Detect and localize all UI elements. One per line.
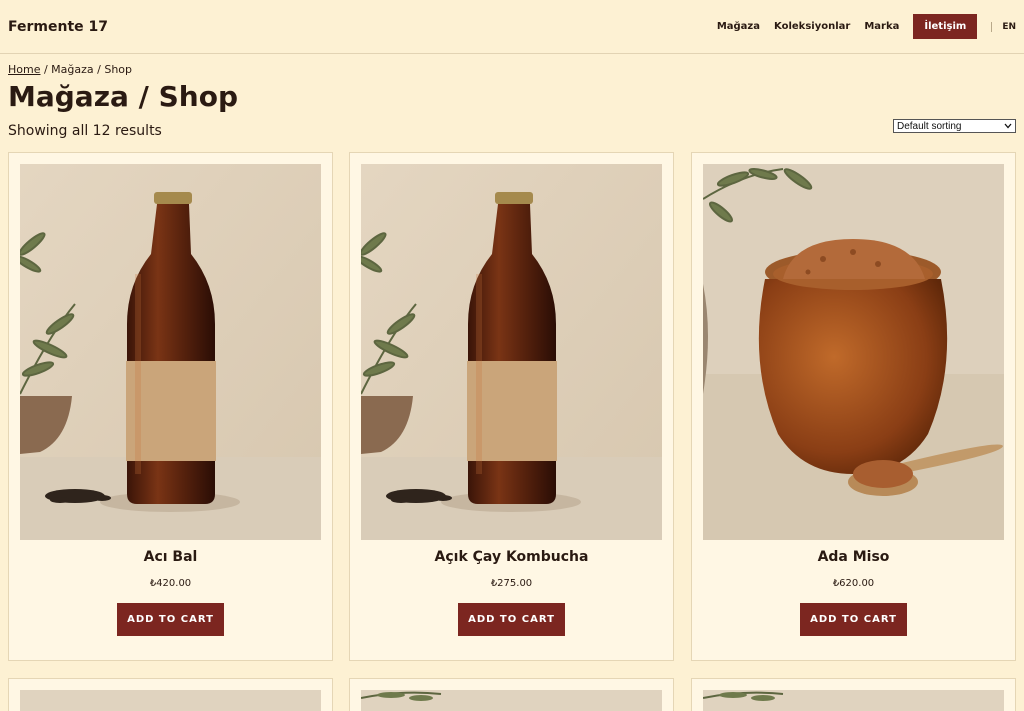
- sorting-select[interactable]: Default sorting: [893, 119, 1016, 133]
- product-price: ₺275.00: [490, 578, 533, 589]
- page-title: Mağaza / Shop: [8, 80, 238, 113]
- product-image[interactable]: [361, 690, 662, 711]
- product-image[interactable]: [361, 164, 662, 540]
- product-name[interactable]: Ada Miso: [692, 549, 1015, 565]
- product-card: Ada Miso ₺620.00 ADD TO CART: [691, 152, 1016, 661]
- product-name[interactable]: Açık Çay Kombucha: [350, 549, 673, 565]
- nav-shop[interactable]: Mağaza: [717, 21, 760, 32]
- result-count: Showing all 12 results: [8, 123, 162, 139]
- product-price: ₺420.00: [149, 578, 192, 589]
- product-price: ₺620.00: [832, 578, 875, 589]
- add-to-cart-button[interactable]: ADD TO CART: [117, 603, 224, 636]
- product-card: Acı Bal ₺420.00 ADD TO CART: [8, 152, 333, 661]
- sorting-selected: Default sorting: [897, 120, 962, 132]
- nav-brand[interactable]: Marka: [864, 21, 899, 32]
- breadcrumb-home[interactable]: Home: [8, 63, 40, 76]
- language-switch[interactable]: EN: [1002, 22, 1016, 32]
- product-image[interactable]: [703, 164, 1004, 540]
- product-image[interactable]: [703, 690, 1004, 711]
- nav-divider: [991, 21, 993, 32]
- product-card: Açık Çay Kombucha ₺275.00 ADD TO CART: [349, 152, 674, 661]
- add-to-cart-button[interactable]: ADD TO CART: [800, 603, 907, 636]
- add-to-cart-button[interactable]: ADD TO CART: [458, 603, 565, 636]
- chevron-down-icon: [1004, 123, 1012, 129]
- breadcrumb: Home / Mağaza / Shop: [8, 63, 132, 76]
- main-nav: Mağaza Koleksiyonlar Marka İletişim EN: [717, 14, 1016, 39]
- nav-contact-button[interactable]: İletişim: [913, 14, 978, 39]
- product-card: [691, 678, 1016, 711]
- product-image[interactable]: [20, 164, 321, 540]
- site-logo[interactable]: Fermente 17: [8, 19, 108, 35]
- product-image[interactable]: [20, 690, 321, 711]
- breadcrumb-rest: / Mağaza / Shop: [40, 63, 133, 76]
- product-name[interactable]: Acı Bal: [9, 549, 332, 565]
- product-card: [349, 678, 674, 711]
- site-header: Fermente 17 Mağaza Koleksiyonlar Marka İ…: [0, 0, 1024, 54]
- product-card: [8, 678, 333, 711]
- nav-collections[interactable]: Koleksiyonlar: [774, 21, 850, 32]
